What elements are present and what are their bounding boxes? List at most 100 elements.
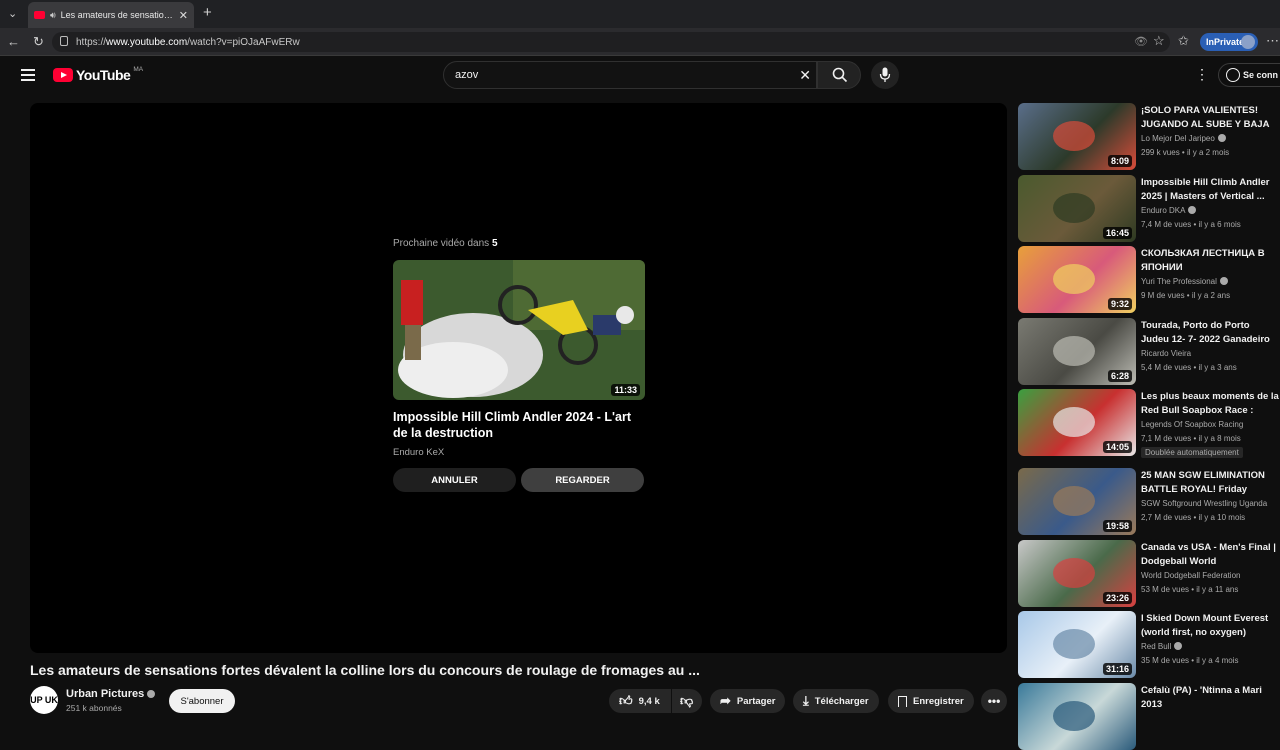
more-horizontal-icon: ••• xyxy=(987,694,1001,708)
recommendation-channel[interactable]: Ricardo Vieira xyxy=(1141,349,1191,358)
clear-search-icon[interactable]: ✕ xyxy=(799,67,811,84)
recommendation-item[interactable]: Cefalù (PA) - 'Ntinna a Mari 2013 xyxy=(1018,683,1280,750)
url-host: www.youtube.com xyxy=(106,36,188,48)
recommendation-item[interactable]: 6:28 Tourada, Porto do Porto Judeu 12- 7-… xyxy=(1018,318,1280,385)
channel-avatar[interactable]: UP UK xyxy=(30,686,58,714)
voice-search-button[interactable] xyxy=(871,61,899,89)
verified-badge-icon xyxy=(1217,134,1226,142)
back-arrow-icon[interactable]: ← xyxy=(7,35,20,49)
subscribe-button[interactable]: S'abonner xyxy=(169,689,235,713)
favorites-icon[interactable]: ✩ xyxy=(1178,34,1189,48)
cancel-autoplay-button[interactable]: ANNULER xyxy=(393,468,516,492)
recommendation-thumbnail[interactable]: 9:32 xyxy=(1018,246,1136,313)
audio-playing-icon[interactable]: 🔊︎ xyxy=(50,10,56,21)
recommendation-thumbnail[interactable]: 14:05 xyxy=(1018,389,1136,456)
recommendation-channel[interactable]: Red Bull xyxy=(1141,642,1183,651)
thumbnail-subject xyxy=(1053,193,1095,223)
upnext-seconds: 5 xyxy=(491,238,498,249)
thumbnail-subject xyxy=(1053,407,1095,437)
recommendation-thumbnail[interactable]: 31:16 xyxy=(1018,611,1136,678)
recommendation-title[interactable]: 25 MAN SGW ELIMINATION BATTLE ROYAL! Fri… xyxy=(1141,469,1279,497)
new-tab-icon[interactable]: + xyxy=(203,5,212,20)
upnext-thumbnail[interactable]: 11:33 xyxy=(393,260,645,400)
upnext-countdown: Prochaine vidéo dans 5 xyxy=(393,238,498,249)
recommendation-item[interactable]: 16:45 Impossible Hill Climb Andler 2025 |… xyxy=(1018,175,1280,242)
more-menu-icon[interactable]: ⋯ xyxy=(1266,34,1279,48)
search-input[interactable]: azov ✕ xyxy=(443,61,817,89)
recommendation-title[interactable]: Les plus beaux moments de la Red Bull So… xyxy=(1141,390,1279,418)
dislike-button[interactable]: 👎︎ xyxy=(672,689,702,713)
verified-badge-icon xyxy=(147,690,156,698)
tracking-prevention-icon[interactable]: 👁︎ xyxy=(1134,35,1148,49)
watch-now-button[interactable]: REGARDER xyxy=(521,468,644,492)
recommendation-channel[interactable]: Yuri The Professional xyxy=(1141,277,1228,286)
download-label: Télécharger xyxy=(814,695,869,707)
profile-avatar-icon xyxy=(1241,35,1255,49)
download-icon: ⤓ xyxy=(803,693,809,708)
browser-tab[interactable]: 🔊︎ Les amateurs de sensations fortes dév… xyxy=(28,2,194,28)
upnext-channel[interactable]: Enduro KeX xyxy=(393,447,444,458)
save-button[interactable]: Enregistrer xyxy=(888,689,974,713)
recommendation-thumbnail[interactable] xyxy=(1018,683,1136,750)
recommendation-duration: 9:32 xyxy=(1107,298,1132,310)
channel-name[interactable]: Urban Pictures xyxy=(66,688,156,700)
favorite-star-icon[interactable]: ☆ xyxy=(1153,34,1165,48)
like-button[interactable]: 👍︎ 9,4 k xyxy=(609,689,671,713)
tab-list-chevron-icon[interactable]: ⌄ xyxy=(8,7,17,21)
sign-in-button[interactable]: Se conn xyxy=(1218,63,1280,87)
share-button[interactable]: ➦ Partager xyxy=(710,689,786,713)
recommendation-channel[interactable]: Lo Mejor Del Jaripeo xyxy=(1141,134,1226,143)
recommendation-thumbnail[interactable]: 19:58 xyxy=(1018,468,1136,535)
url-field[interactable]: https://www.youtube.com/watch?v=piOJaAFw… xyxy=(52,32,1170,52)
recommendation-duration: 19:58 xyxy=(1102,520,1132,532)
recommendation-thumbnail[interactable]: 23:26 xyxy=(1018,540,1136,607)
more-actions-button[interactable]: ••• xyxy=(981,689,1007,713)
country-code: MA xyxy=(133,65,144,73)
refresh-icon[interactable]: ↻ xyxy=(33,35,44,49)
recommendation-item[interactable]: 8:09 ¡SOLO PARA VALIENTES! JUGANDO AL SUB… xyxy=(1018,103,1280,170)
recommendation-channel[interactable]: Enduro DKA xyxy=(1141,206,1197,215)
recommendation-item[interactable]: 19:58 25 MAN SGW ELIMINATION BATTLE ROYAL… xyxy=(1018,468,1280,535)
recommendation-thumbnail[interactable]: 16:45 xyxy=(1018,175,1136,242)
recommendation-title[interactable]: Cefalù (PA) - 'Ntinna a Mari 2013 xyxy=(1141,684,1279,712)
auto-dubbed-badge: Doublée automatiquement xyxy=(1141,447,1243,458)
browser-tab-bar: ⌄ 🔊︎ Les amateurs de sensations fortes d… xyxy=(0,0,1280,28)
recommendation-title[interactable]: Impossible Hill Climb Andler 2025 | Mast… xyxy=(1141,176,1279,204)
recommendation-item[interactable]: 9:32 СКОЛЬЗКАЯ ЛЕСТНИЦА В ЯПОНИИ Yuri The … xyxy=(1018,246,1280,313)
verified-badge-icon xyxy=(1174,642,1183,650)
thumbnail-subject xyxy=(1053,336,1095,366)
recommendation-meta: 7,4 M de vues • il y a 6 mois xyxy=(1141,220,1241,229)
thumbnail-subject xyxy=(1053,264,1095,294)
recommendation-title[interactable]: ¡SOLO PARA VALIENTES! JUGANDO AL SUBE Y … xyxy=(1141,104,1279,132)
search-button[interactable] xyxy=(817,61,861,89)
recommendation-item[interactable]: 23:26 Canada vs USA - Men's Final | Dodge… xyxy=(1018,540,1280,607)
thumbnail-subject xyxy=(1053,629,1095,659)
settings-kebab-icon[interactable]: ⋮ xyxy=(1195,67,1209,81)
recommendation-duration: 31:16 xyxy=(1102,663,1132,675)
search-icon xyxy=(832,67,848,83)
thumbnail-subject xyxy=(1053,558,1095,588)
recommendation-title[interactable]: Tourada, Porto do Porto Judeu 12- 7- 202… xyxy=(1141,319,1279,347)
recommendation-title[interactable]: СКОЛЬЗКАЯ ЛЕСТНИЦА В ЯПОНИИ xyxy=(1141,247,1279,275)
upnext-title[interactable]: Impossible Hill Climb Andler 2024 - L'ar… xyxy=(393,409,645,441)
download-button[interactable]: ⤓ Télécharger xyxy=(793,689,879,713)
recommendation-item[interactable]: 31:16 I Skied Down Mount Everest (world f… xyxy=(1018,611,1280,678)
recommendation-title[interactable]: Canada vs USA - Men's Final | Dodgeball … xyxy=(1141,541,1279,569)
recommendation-duration: 16:45 xyxy=(1102,227,1132,239)
tab-close-icon[interactable]: ✕ xyxy=(179,9,188,22)
recommendation-item[interactable]: 14:05 Les plus beaux moments de la Red Bu… xyxy=(1018,389,1280,458)
recommendation-meta: 53 M de vues • il y a 11 ans xyxy=(1141,585,1239,594)
recommendation-channel[interactable]: World Dodgeball Federation xyxy=(1141,571,1240,580)
recommendation-channel[interactable]: Legends Of Soapbox Racing xyxy=(1141,420,1243,429)
recommendation-duration: 23:26 xyxy=(1102,592,1132,604)
hamburger-menu-icon[interactable] xyxy=(21,69,35,81)
recommendation-title[interactable]: I Skied Down Mount Everest (world first,… xyxy=(1141,612,1279,640)
recommendation-thumbnail[interactable]: 8:09 xyxy=(1018,103,1136,170)
recommendation-meta: 299 k vues • il y a 2 mois xyxy=(1141,148,1230,157)
recommendation-channel[interactable]: SGW Softground Wrestling Uganda xyxy=(1141,499,1267,508)
recommendation-thumbnail[interactable]: 6:28 xyxy=(1018,318,1136,385)
upnext-duration: 11:33 xyxy=(611,384,640,396)
thumbnail-subject xyxy=(1053,701,1095,731)
youtube-logo[interactable]: YouTube MA xyxy=(53,65,144,83)
inprivate-badge[interactable]: InPrivate xyxy=(1200,33,1258,51)
